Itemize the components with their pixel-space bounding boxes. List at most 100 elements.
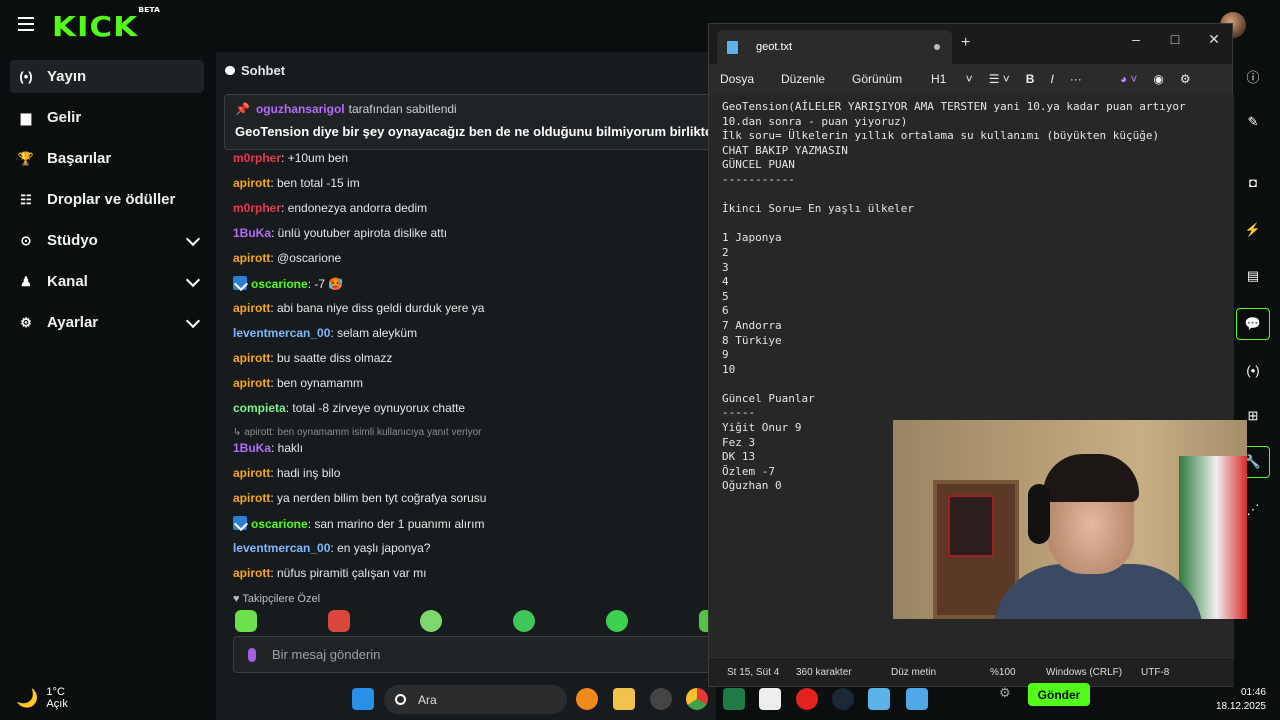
emote-icon[interactable] xyxy=(328,610,350,632)
chat-username[interactable]: m0rpher xyxy=(233,151,281,165)
excel-icon[interactable] xyxy=(723,688,745,710)
chat-username[interactable]: apirott xyxy=(233,491,270,505)
chat-username[interactable]: apirott xyxy=(233,376,270,390)
chat-text: : ben total -15 im xyxy=(270,176,360,190)
copilot-icon[interactable]: ◕ ˅ xyxy=(1120,72,1138,86)
chat-username[interactable]: leventmercan_00 xyxy=(233,326,330,340)
unsaved-dot-icon[interactable] xyxy=(934,44,940,50)
gear-icon: ⚙ xyxy=(20,314,32,330)
emote-icon[interactable] xyxy=(513,610,535,632)
more-icon[interactable]: ··· xyxy=(1070,72,1082,86)
sidebar-item-5[interactable]: ♟ Kanal xyxy=(10,265,204,298)
app-icon[interactable] xyxy=(650,688,672,710)
sidebar-item-4[interactable]: ⊙ Stüdyo xyxy=(10,224,204,257)
line-ending[interactable]: Windows (CRLF) xyxy=(1046,667,1122,678)
menu-duzenle[interactable]: Düzenle xyxy=(781,72,825,86)
sidebar: (•) Yayın ▆ Gelir 🏆 Başarılar ☷ Droplar ve ödül… xyxy=(0,52,216,672)
chat-message: oscarione: san marino der 1 puanımı alır… xyxy=(233,516,713,541)
emote-icon[interactable] xyxy=(606,610,628,632)
settings-icon[interactable]: ⚙ xyxy=(1180,72,1191,86)
chat-username[interactable]: apirott xyxy=(233,566,270,580)
gear-icon[interactable]: ⚙ xyxy=(999,685,1015,701)
lightning-icon[interactable]: ⚡ xyxy=(1236,214,1270,246)
close-icon[interactable]: ✕ xyxy=(1199,28,1229,50)
chat-username[interactable]: 1BuKa xyxy=(233,226,271,240)
chat-username[interactable]: apirott xyxy=(233,351,270,365)
notepad-toolbar: H1 ˅ ☰ ˅ B I ··· ◕ ˅ ◉ ⚙ xyxy=(931,64,1207,94)
pinned-user[interactable]: oguzhansarigol xyxy=(256,102,345,116)
sidebar-item-6[interactable]: ⚙ Ayarlar xyxy=(10,306,204,339)
emote-icon[interactable] xyxy=(420,610,442,632)
menu-gorunum[interactable]: Görünüm xyxy=(852,72,902,86)
sidebar-item-1[interactable]: ▆ Gelir xyxy=(10,101,204,134)
sidebar-item-label: Droplar ve ödüller xyxy=(47,191,176,208)
send-button[interactable]: Gönder xyxy=(1028,683,1090,706)
right-rail: ⓘ ✎ ◘ ⚡ ▤ 💬 (•) ⊞ 🔧 ⋰ xyxy=(1234,52,1280,720)
taskbar-search[interactable]: Ara xyxy=(384,685,567,714)
mic-icon[interactable] xyxy=(248,647,256,662)
weather-temp: 1°C xyxy=(46,686,65,698)
chat-username[interactable]: 1BuKa xyxy=(233,441,271,455)
chat-username[interactable]: oscarione xyxy=(251,517,308,531)
broadcast-status-icon[interactable]: (•) xyxy=(1236,354,1270,386)
bold-icon[interactable]: B xyxy=(1026,72,1035,86)
windows-start-icon[interactable] xyxy=(352,688,374,710)
sidebar-item-3[interactable]: ☷ Droplar ve ödüller xyxy=(10,183,204,216)
steam-icon[interactable] xyxy=(832,688,854,710)
sidebar-item-label: Başarılar xyxy=(47,150,112,167)
chat-username[interactable]: apirott xyxy=(233,301,270,315)
search-app-icon[interactable] xyxy=(576,688,598,710)
menu-icon[interactable] xyxy=(18,17,34,31)
chat-username[interactable]: oscarione xyxy=(251,277,308,291)
chevron-down-icon[interactable] xyxy=(185,272,201,288)
chat-message: 1BuKa: ünlü youtuber apirota dislike att… xyxy=(233,226,713,251)
emote-icon[interactable] xyxy=(235,610,257,632)
pinned-message[interactable]: 📌 oguzhansarigol tarafından sabitlendi G… xyxy=(224,94,724,150)
camera-icon[interactable]: ◘ xyxy=(1236,166,1270,198)
chat-text: : endonezya andorra dedim xyxy=(281,201,428,215)
heading-dropdown[interactable]: H1 ˅ xyxy=(931,72,973,86)
minimize-icon[interactable]: – xyxy=(1121,28,1151,50)
chat-username[interactable]: leventmercan_00 xyxy=(233,541,330,555)
info-icon[interactable]: ⓘ xyxy=(1236,60,1270,92)
new-tab-icon[interactable]: + xyxy=(961,34,970,52)
photos-icon[interactable] xyxy=(868,688,890,710)
chat-input-box[interactable] xyxy=(233,636,713,673)
edit-icon[interactable]: ✎ xyxy=(1236,106,1270,138)
notes-icon[interactable]: ▤ xyxy=(1236,260,1270,292)
chevron-down-icon[interactable] xyxy=(185,231,201,247)
chat-text: : +10um ben xyxy=(281,151,349,165)
system-clock[interactable]: 01:46 18.12.2025 xyxy=(1210,686,1266,714)
chat-text: : hadi inş bilo xyxy=(270,466,341,480)
kick-logo[interactable]: KICKBETA xyxy=(52,6,160,43)
chat-message: apirott: abi bana niye diss geldi durduk… xyxy=(233,301,713,326)
zoom-level[interactable]: %100 xyxy=(990,667,1016,678)
opera-icon[interactable] xyxy=(796,688,818,710)
chat-username[interactable]: m0rpher xyxy=(233,201,281,215)
folder-icon[interactable] xyxy=(613,688,635,710)
encoding[interactable]: UTF-8 xyxy=(1141,667,1169,678)
chat-username[interactable]: apirott xyxy=(233,251,270,265)
chevron-down-icon[interactable] xyxy=(185,313,201,329)
menu-dosya[interactable]: Dosya xyxy=(720,72,754,86)
chat-username[interactable]: apirott xyxy=(233,466,270,480)
taskbar: Ara ⚙ xyxy=(216,680,1280,720)
account-icon[interactable]: ◉ xyxy=(1153,72,1163,86)
follower-only-label: ♥ Takipçilere Özel xyxy=(233,593,321,605)
italic-icon[interactable]: I xyxy=(1050,72,1053,86)
notepad-taskbar-icon[interactable] xyxy=(906,688,928,710)
maximize-icon[interactable]: □ xyxy=(1160,28,1190,50)
sidebar-item-0[interactable]: (•) Yayın xyxy=(10,60,204,93)
weather-widget[interactable]: 🌙 1°C Açık xyxy=(16,686,68,710)
notepad-tab[interactable]: geot.txt xyxy=(717,30,952,64)
chat-toggle-icon[interactable]: 💬 xyxy=(1236,308,1270,340)
sidebar-item-2[interactable]: 🏆 Başarılar xyxy=(10,142,204,175)
chat-text: : abi bana niye diss geldi durduk yere y… xyxy=(270,301,485,315)
chrome-icon[interactable] xyxy=(686,688,708,710)
list-icon[interactable]: ☰ ˅ xyxy=(989,72,1010,86)
chat-input[interactable] xyxy=(272,647,672,662)
notepad-menubar: Dosya Düzenle Görünüm H1 ˅ ☰ ˅ B I ··· ◕… xyxy=(709,64,1232,94)
chat-username[interactable]: compieta xyxy=(233,401,286,415)
capcut-icon[interactable] xyxy=(759,688,781,710)
chat-username[interactable]: apirott xyxy=(233,176,270,190)
